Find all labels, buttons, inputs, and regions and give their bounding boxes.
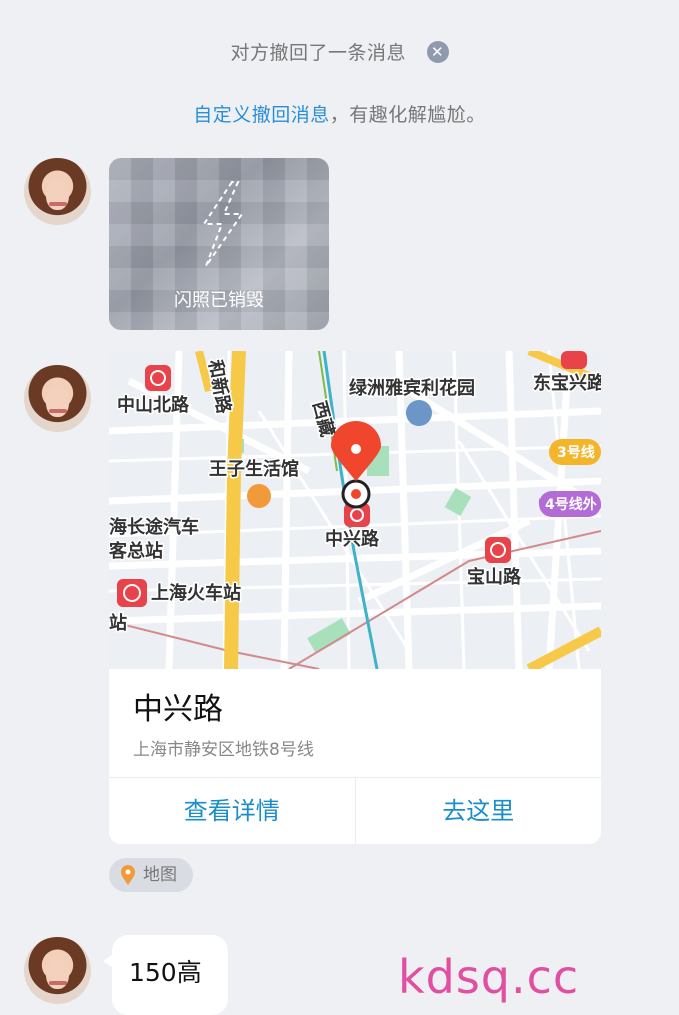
metro-station-icon — [485, 537, 511, 563]
watermark: kdsq.cc — [398, 950, 580, 1004]
custom-recall-text: ，有趣化解尴尬。 — [329, 104, 486, 126]
flash-photo-label: 闪照已销毁 — [174, 290, 264, 311]
location-card[interactable]: 中山北路 绿洲雅宾利花园 东宝兴路 王子生活馆 中兴路 海长途汽车 客总站 上海… — [109, 351, 601, 844]
map-pin-icon — [121, 865, 135, 885]
location-actions: 查看详情 去这里 — [109, 777, 601, 844]
map-label: 绿洲雅宾利花园 — [349, 377, 475, 399]
map-label: 站 — [109, 612, 127, 634]
map-label: 上海火车站 — [151, 582, 241, 604]
map-label: 王子生活馆 — [209, 458, 299, 480]
map-source-tag[interactable]: 地图 — [109, 858, 193, 892]
custom-recall-tip: 自定义撤回消息，有趣化解尴尬。 — [0, 100, 679, 127]
lightning-icon — [202, 181, 244, 267]
recall-notice: 对方撤回了一条消息 ✕ — [0, 38, 679, 65]
metro-station-icon — [117, 579, 147, 607]
map-label: 海长途汽车 — [109, 516, 199, 538]
view-details-button[interactable]: 查看详情 — [109, 778, 355, 844]
place-name: 中兴路 — [133, 692, 223, 727]
place-address: 上海市静安区地铁8号线 — [133, 740, 314, 760]
map-label: 客总站 — [109, 540, 163, 562]
map-label: 宝山路 — [467, 566, 522, 588]
flash-photo-message[interactable]: 闪照已销毁 — [109, 158, 329, 330]
shopping-icon — [247, 484, 271, 508]
avatar[interactable] — [24, 158, 91, 225]
residential-icon — [406, 400, 432, 426]
metro-line-badge: 4号线外 — [545, 496, 597, 513]
avatar[interactable] — [24, 365, 91, 432]
close-icon[interactable]: ✕ — [426, 41, 449, 63]
map-label: 中兴路 — [325, 528, 380, 550]
recall-text: 对方撤回了一条消息 — [230, 42, 406, 64]
avatar[interactable] — [24, 937, 91, 1004]
message-bubble[interactable]: 150高 — [103, 935, 228, 1015]
metro-station-icon — [145, 365, 171, 391]
metro-line-badge: 3号线 — [557, 444, 595, 461]
map-label: 中山北路 — [117, 394, 190, 416]
metro-station-icon — [561, 351, 587, 369]
message-text: 150高 — [129, 958, 202, 987]
navigate-button[interactable]: 去这里 — [354, 778, 602, 844]
custom-recall-link[interactable]: 自定义撤回消息 — [193, 104, 330, 126]
map-label: 东宝兴路 — [533, 372, 601, 394]
map-source-label: 地图 — [143, 865, 177, 885]
map-preview[interactable]: 中山北路 绿洲雅宾利花园 东宝兴路 王子生活馆 中兴路 海长途汽车 客总站 上海… — [109, 351, 601, 669]
